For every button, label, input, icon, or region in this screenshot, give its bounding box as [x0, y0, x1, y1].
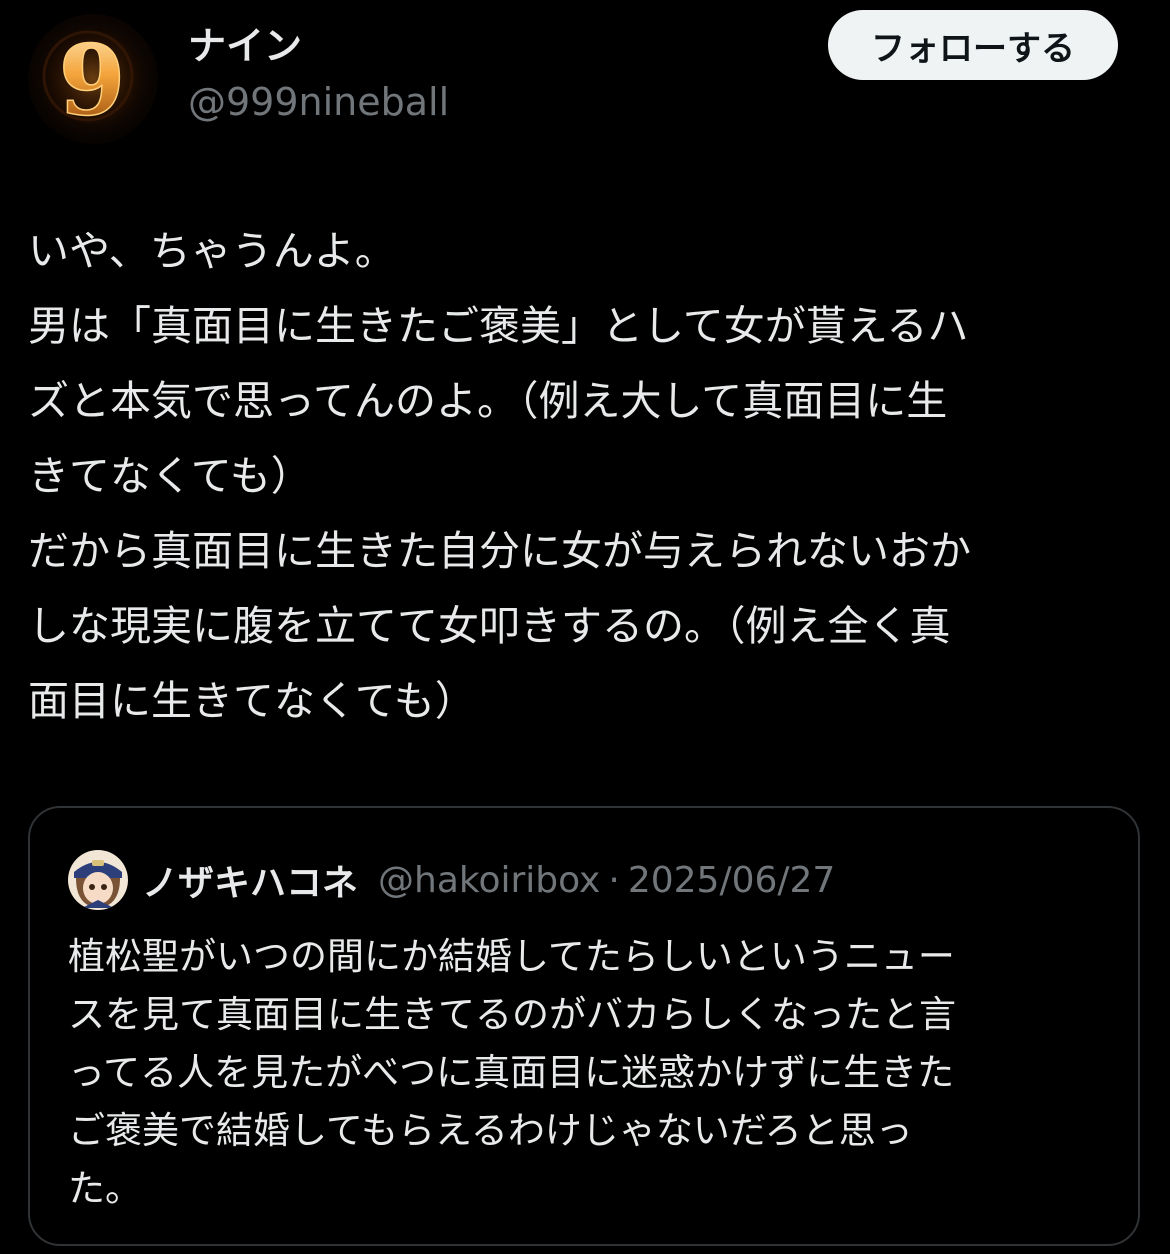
quoted-author-handle[interactable]: @hakoiribox	[378, 860, 600, 901]
post-text-line: だから真面目に生きた自分に女が与えられないおか	[28, 527, 971, 575]
author-handle[interactable]: @999nineball	[188, 78, 449, 126]
nine-ball-glow-icon: 9	[29, 15, 157, 143]
quoted-text-line: ご褒美で結婚してもらえるわけじゃないだろと思っ	[68, 1109, 913, 1152]
quoted-post-date[interactable]: 2025/06/27	[628, 860, 836, 901]
quoted-author-name[interactable]: ノザキハコネ	[142, 854, 358, 906]
post-header: 9 ナイン @999nineball フォローする	[28, 10, 1118, 144]
author-name[interactable]: ナイン	[188, 24, 302, 68]
quoted-text-line: スを見て真面目に生きてるのがバカらしくなったと言	[68, 993, 956, 1036]
post-text: いや、ちゃうんよ。 男は「真面目に生きたご褒美」として女が貰えるハ ズと本気で思…	[28, 214, 1138, 739]
quoted-post-header: ノザキハコネ @hakoiribox · 2025/06/27	[68, 850, 835, 910]
post-text-line: きてなくても）	[28, 452, 312, 500]
quoted-text-line: ってる人を見たがべつに真面目に迷惑かけずに生きた	[68, 1051, 955, 1094]
meta-separator: ·	[608, 859, 620, 901]
quoted-author-avatar[interactable]	[68, 850, 128, 910]
post-text-line: しな現実に腹を立てて女叩きするの。（例え全く真	[28, 602, 951, 650]
follow-button[interactable]: フォローする	[828, 10, 1118, 80]
post-text-line: ズと本気で思ってんのよ。（例え大して真面目に生	[28, 377, 948, 425]
svg-text:9: 9	[59, 24, 126, 137]
post-text-line: いや、ちゃうんよ。	[28, 227, 396, 275]
quoted-text-line: 植松聖がいつの間にか結婚してたらしいというニュー	[68, 935, 955, 978]
quoted-post-text: 植松聖がいつの間にか結婚してたらしいというニュー スを見て真面目に生きてるのがバ…	[68, 928, 1108, 1218]
post-text-line: 面目に生きてなくても）	[28, 677, 476, 725]
anime-character-icon	[68, 850, 128, 910]
author-avatar[interactable]: 9	[28, 14, 158, 144]
quoted-text-line: た。	[68, 1167, 142, 1210]
quoted-post-card[interactable]: ノザキハコネ @hakoiribox · 2025/06/27 植松聖がいつの間…	[28, 806, 1140, 1246]
post-text-line: 男は「真面目に生きたご褒美」として女が貰えるハ	[28, 302, 969, 350]
